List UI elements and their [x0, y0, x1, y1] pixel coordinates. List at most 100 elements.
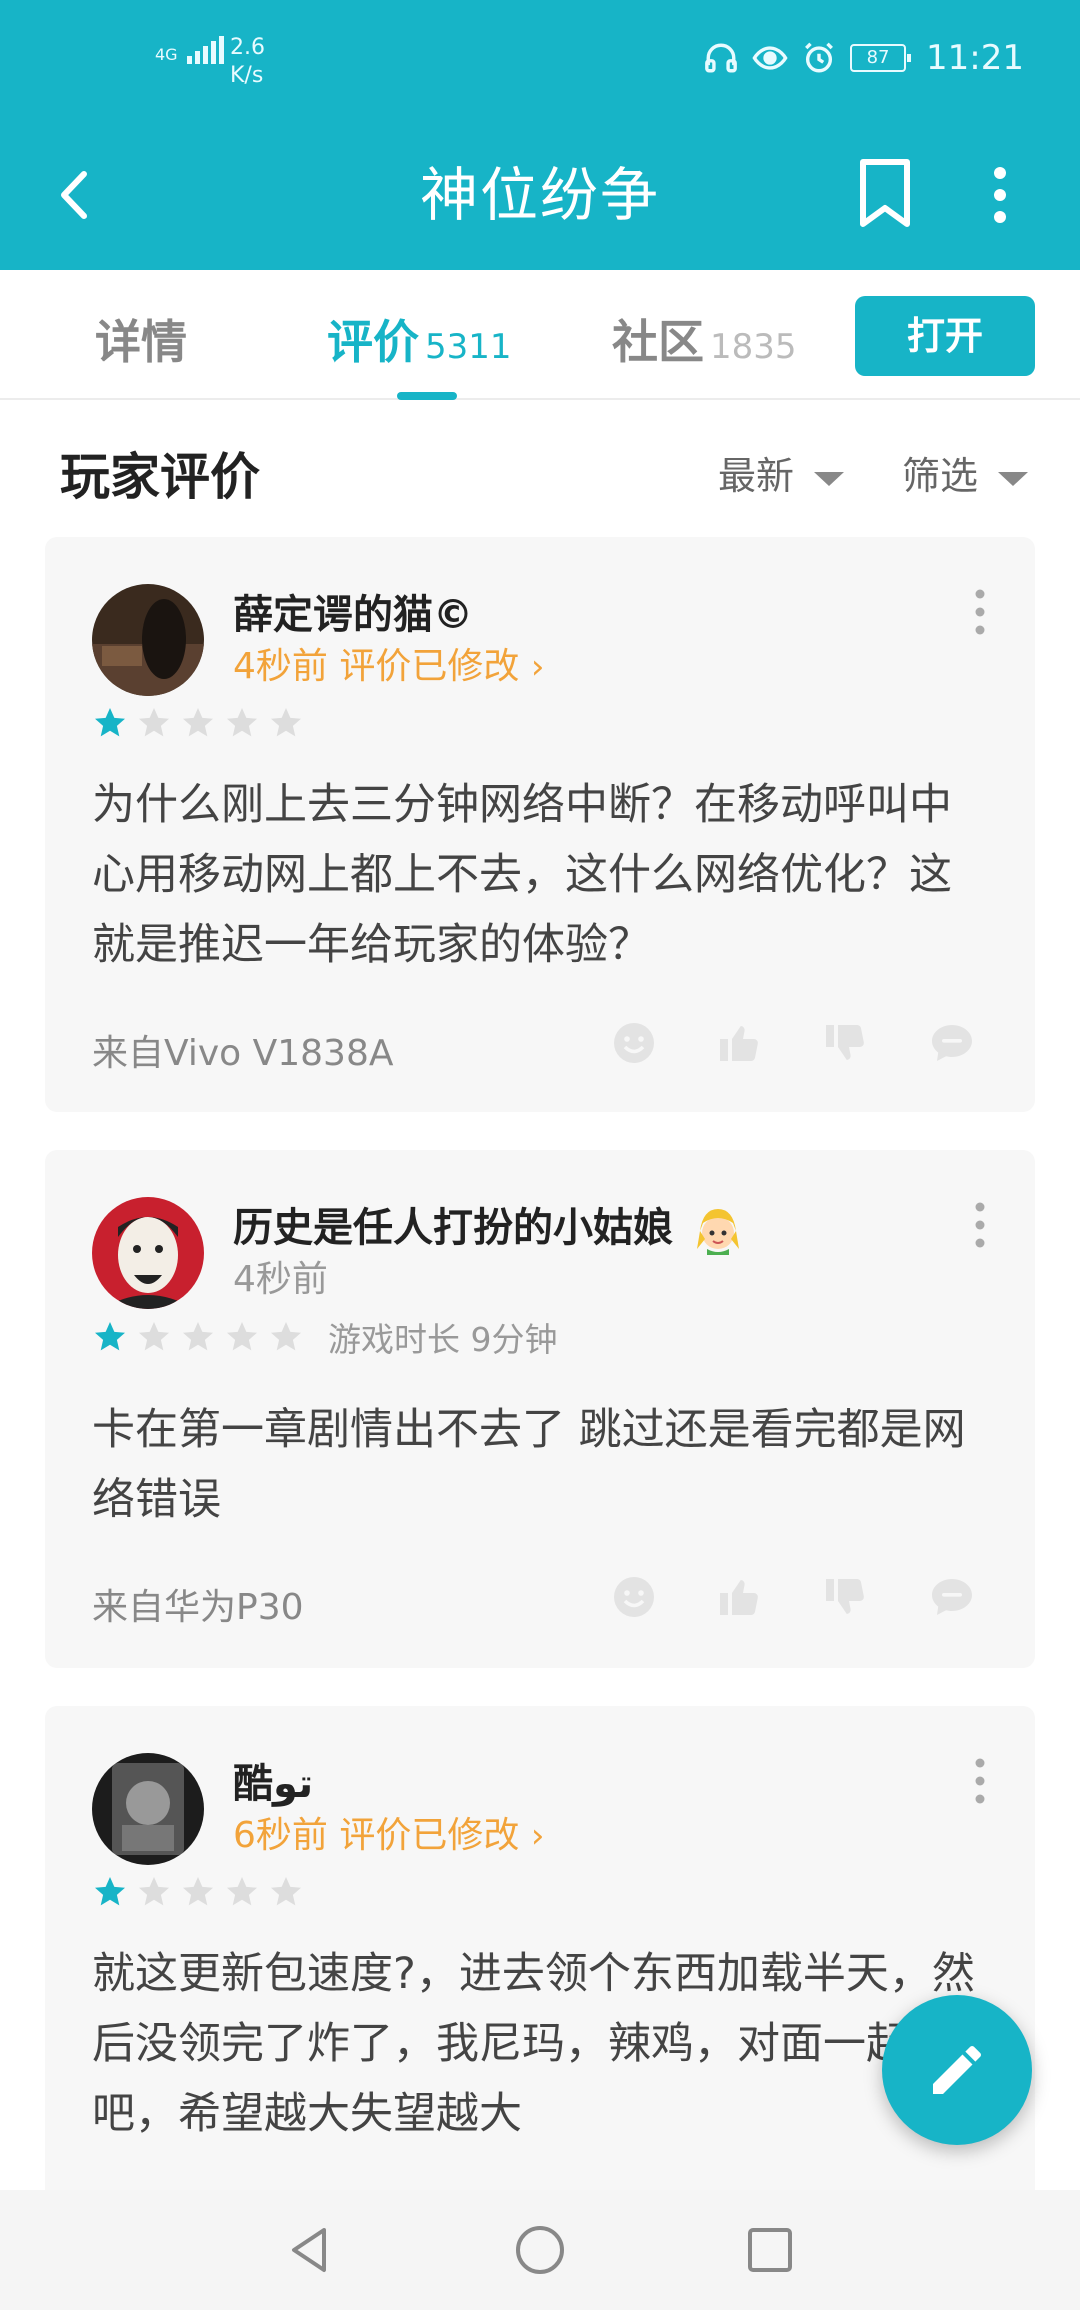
react-button[interactable] — [610, 1019, 658, 1067]
review-time: 4秒前 — [233, 1259, 328, 1300]
react-button[interactable] — [610, 1573, 658, 1621]
reply-button[interactable] — [928, 1019, 976, 1067]
star-filled-icon — [95, 1877, 125, 1906]
star-empty-icon — [271, 1322, 301, 1351]
network-type: 4G — [155, 45, 178, 64]
star-empty-icon — [139, 1877, 169, 1906]
sort-label: 最新 — [718, 454, 795, 498]
review-modified: 评价已修改 — [339, 646, 520, 687]
chevron-right-icon: › — [530, 1816, 545, 1856]
chevron-right-icon: › — [530, 647, 545, 687]
tab-bar: 详情 评价 5311 社区 1835 打开 — [0, 270, 1080, 400]
review-content[interactable]: 就这更新包速度?，进去领个东西加载半天，然后没领完了炸了，我尼玛，辣鸡，对面一起… — [92, 1939, 992, 2149]
review-content[interactable]: 卡在第一章剧情出不去了 跳过还是看完都是网络错误 — [92, 1395, 992, 1535]
rating-stars — [92, 705, 304, 741]
sort-dropdown[interactable]: 最新 — [718, 445, 845, 500]
write-review-button[interactable] — [882, 1995, 1032, 2145]
status-icons: 87 11:21 — [704, 38, 1024, 78]
app-header: 4G 2.6 K/s 87 11:21 神位纷争 — [0, 0, 1080, 270]
tab-label: 社区 — [612, 315, 704, 369]
rating-stars: 游戏时长 9分钟 — [92, 1313, 558, 1361]
star-empty-icon — [183, 708, 213, 737]
eye-icon — [752, 46, 788, 70]
dislike-button[interactable] — [822, 1573, 870, 1621]
avatar[interactable] — [92, 1753, 204, 1865]
battery-icon: 87 — [850, 44, 912, 72]
nav-back-icon[interactable] — [280, 2220, 340, 2280]
clock: 11:21 — [926, 38, 1024, 78]
nav-home-icon[interactable] — [510, 2220, 570, 2280]
review-username[interactable]: 酷تو — [233, 1751, 313, 1809]
tab-label: 评价 — [327, 315, 419, 369]
tab-reviews[interactable]: 评价 5311 — [327, 306, 512, 372]
smile-icon — [614, 1577, 654, 1617]
filter-dropdown[interactable]: 筛选 — [902, 445, 1029, 500]
review-playtime: 游戏时长 9分钟 — [328, 1320, 558, 1359]
review-more-button[interactable] — [965, 582, 995, 642]
thumbs-up-icon — [720, 1026, 758, 1062]
tab-community[interactable]: 社区 1835 — [612, 306, 797, 372]
tab-details[interactable]: 详情 — [95, 306, 187, 372]
bookmark-icon — [860, 159, 910, 227]
like-button[interactable] — [716, 1573, 764, 1621]
nav-recents-icon[interactable] — [740, 2220, 800, 2280]
review-meta[interactable]: 4秒前 评价已修改 › — [233, 637, 544, 689]
review-more-button[interactable] — [965, 1195, 995, 1255]
review-meta[interactable]: 6秒前 评价已修改 › — [233, 1806, 544, 1858]
review-username[interactable]: 历史是任人打扮的小姑娘 — [233, 1195, 743, 1255]
review-actions — [610, 1573, 976, 1621]
section-title: 玩家评价 — [60, 448, 260, 506]
star-empty-icon — [139, 1322, 169, 1351]
star-filled-icon — [95, 1322, 125, 1351]
smile-icon — [614, 1023, 654, 1063]
pencil-icon — [933, 2045, 982, 2094]
tab-label: 详情 — [95, 315, 187, 369]
reply-button[interactable] — [928, 1573, 976, 1621]
caret-down-icon — [814, 471, 845, 486]
thumbs-up-icon — [720, 1580, 758, 1616]
more-vertical-icon — [975, 589, 985, 635]
avatar[interactable] — [92, 584, 204, 696]
more-options-button[interactable] — [975, 160, 1025, 230]
bookmark-button[interactable] — [855, 154, 915, 234]
review-time: 6秒前 — [233, 1815, 328, 1856]
caret-down-icon — [998, 471, 1029, 486]
page-title: 神位纷争 — [419, 161, 660, 229]
active-tab-indicator — [397, 392, 457, 400]
review-card: 酷تو 6秒前 评价已修改 › 就这更新包速度?，进去领个东西加载半天，然后没领… — [45, 1706, 1035, 2266]
star-empty-icon — [271, 708, 301, 737]
dislike-button[interactable] — [822, 1019, 870, 1067]
filter-label: 筛选 — [902, 454, 979, 498]
system-nav-bar — [0, 2190, 1080, 2310]
more-vertical-icon — [975, 1202, 985, 1248]
headphones-icon — [705, 43, 737, 73]
comment-icon — [932, 1579, 972, 1615]
review-actions — [610, 1019, 976, 1067]
star-filled-icon — [95, 708, 125, 737]
status-bar: 4G 2.6 K/s 87 11:21 — [0, 0, 1080, 120]
emoji-girl-icon — [696, 1209, 739, 1255]
star-empty-icon — [183, 1877, 213, 1906]
review-modified: 评价已修改 — [339, 1815, 520, 1856]
star-empty-icon — [271, 1877, 301, 1906]
star-empty-icon — [227, 1322, 257, 1351]
rating-stars — [92, 1874, 304, 1910]
like-button[interactable] — [716, 1019, 764, 1067]
more-vertical-icon — [975, 1758, 985, 1804]
open-button[interactable]: 打开 — [855, 296, 1035, 376]
comment-icon — [932, 1025, 972, 1061]
review-device: 来自华为P30 — [92, 1587, 304, 1628]
alarm-icon — [805, 42, 833, 73]
tab-count: 5311 — [425, 327, 512, 367]
more-vertical-icon — [994, 167, 1006, 223]
review-more-button[interactable] — [965, 1751, 995, 1811]
signal-indicator: 4G — [155, 36, 224, 64]
avatar[interactable] — [92, 1197, 204, 1309]
review-time: 4秒前 — [233, 646, 328, 687]
app-bar: 神位纷争 — [0, 120, 1080, 270]
battery-level: 87 — [866, 47, 890, 68]
review-content[interactable]: 为什么刚上去三分钟网络中断？在移动呼叫中心用移动网上都上不去，这什么网络优化？这… — [92, 770, 992, 980]
review-meta: 4秒前 — [233, 1250, 328, 1302]
review-username[interactable]: 薛定谔的猫© — [233, 582, 473, 640]
signal-icon — [186, 36, 224, 64]
